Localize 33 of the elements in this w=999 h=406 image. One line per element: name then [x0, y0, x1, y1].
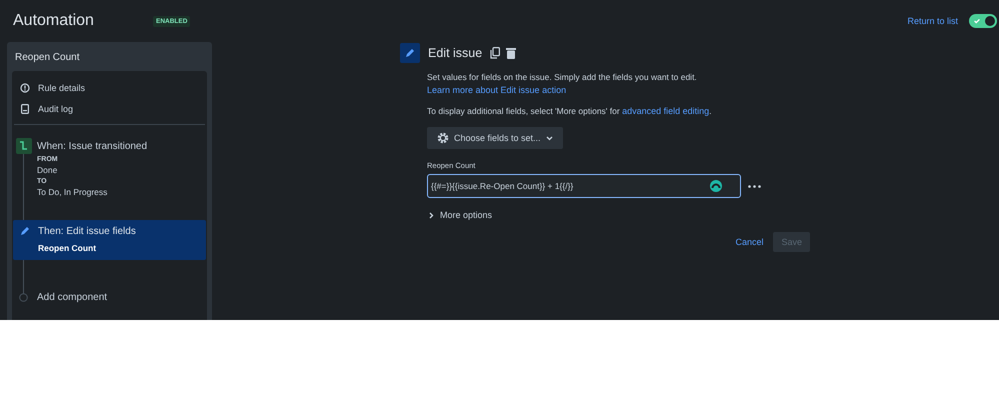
- return-link[interactable]: Return to list: [907, 16, 958, 26]
- cancel-link[interactable]: Cancel: [735, 237, 764, 247]
- choose-fields-button[interactable]: Choose fields to set...: [427, 127, 563, 149]
- rule-step[interactable]: Then: Edit issue fields Reopen Count: [13, 220, 206, 260]
- assistant-icon: [709, 179, 723, 193]
- chevron-down-icon: [546, 136, 553, 140]
- more-options-toggle[interactable]: More options: [427, 210, 494, 220]
- step-detail: Done: [37, 165, 58, 176]
- page-title: Automation: [13, 12, 95, 30]
- pencil-icon: [20, 226, 30, 236]
- trash-icon[interactable]: [506, 47, 516, 59]
- reopen-count-field[interactable]: {{#=}}{{issue.Re-Open Count}} + 1{{/}}: [427, 174, 741, 198]
- pencil-icon: [400, 43, 420, 63]
- rule-name: Reopen Count: [14, 51, 80, 65]
- check-icon: [973, 17, 981, 25]
- rule-step[interactable]: Add component: [12, 286, 207, 309]
- more-icon[interactable]: [748, 184, 761, 188]
- info-icon: [20, 82, 30, 92]
- step-detail: Reopen Count: [38, 243, 98, 254]
- enable-toggle[interactable]: [969, 14, 997, 28]
- gear-icon: [437, 132, 449, 144]
- menu-item[interactable]: Rule details: [12, 77, 207, 98]
- transition-icon: [16, 138, 32, 154]
- advanced-editing-link[interactable]: advanced field editing: [622, 106, 710, 116]
- menu-item[interactable]: Audit log: [12, 98, 207, 119]
- step-detail: To Do, In Progress: [37, 187, 108, 198]
- editor-title: Edit issue: [428, 46, 482, 60]
- hint-text: To display additional fields, select 'More options' for advanced field editing.: [427, 105, 713, 118]
- document-icon: [20, 104, 30, 114]
- copy-icon[interactable]: [490, 47, 500, 59]
- learn-more-link[interactable]: Learn more about Edit issue action: [427, 85, 566, 95]
- description-text: Set values for fields on the issue. Simply add the fields you want to edit. Learn more about Edit issue action: [427, 71, 698, 97]
- chevron-icon: [429, 212, 434, 218]
